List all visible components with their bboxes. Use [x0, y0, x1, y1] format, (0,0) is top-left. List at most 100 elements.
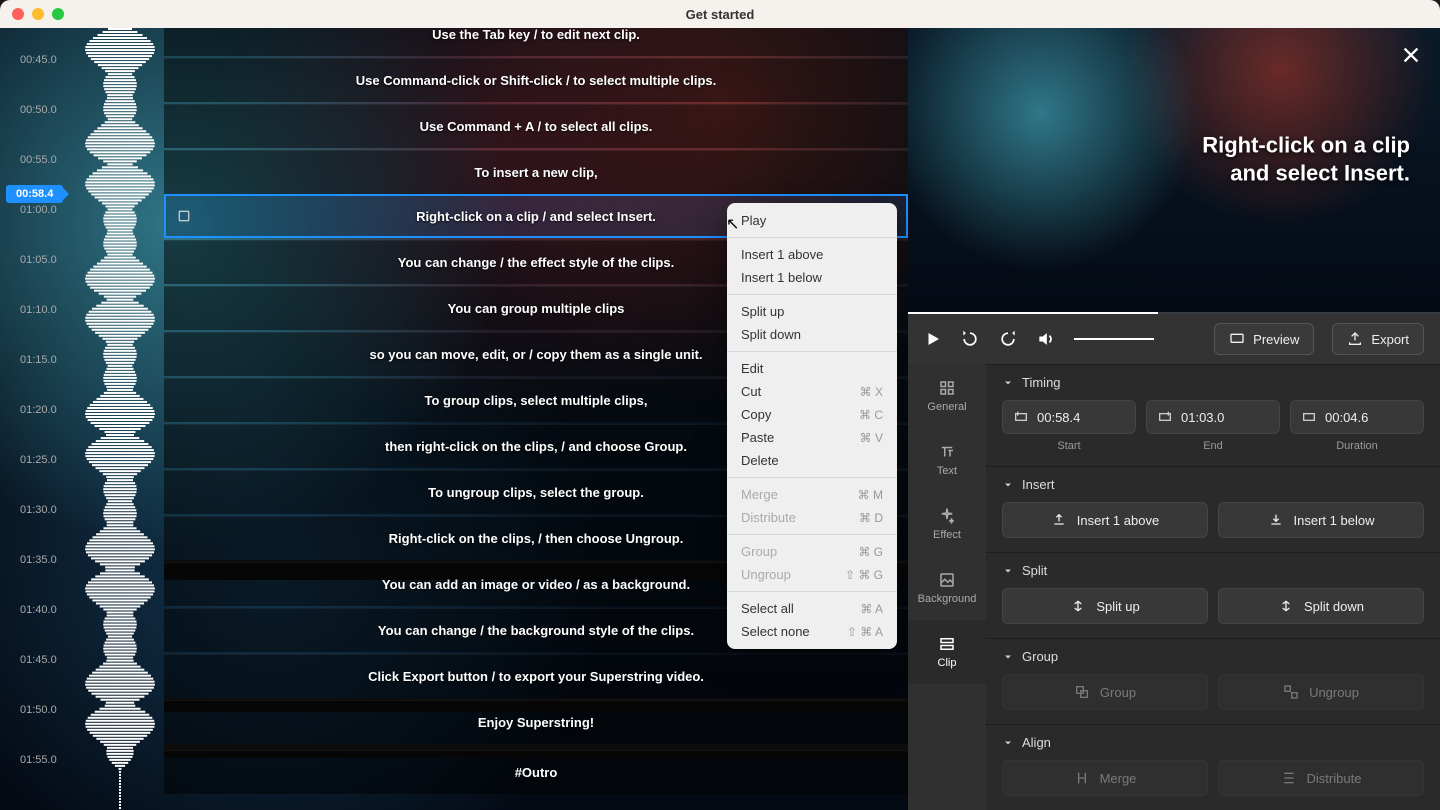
panel-group: Group Group Ungroup	[986, 638, 1440, 724]
group-button: Group	[1002, 674, 1208, 710]
panel-insert: Insert Insert 1 above Insert 1 below	[986, 466, 1440, 552]
ctx-select-none[interactable]: Select none⇧ ⌘ A	[727, 620, 897, 643]
end-time-input[interactable]: 01:03.0	[1146, 400, 1280, 434]
panel-align: Align Merge Distribute	[986, 724, 1440, 810]
ctx-cut[interactable]: Cut⌘ X	[727, 380, 897, 403]
time-tick: 01:35.0	[20, 554, 57, 566]
panel-timing: Timing 00:58.4 Start	[986, 364, 1440, 466]
ctx-play[interactable]: Play	[727, 209, 897, 232]
time-ruler: 00:45.0 00:50.0 00:55.0 01:00.0 01:05.0 …	[0, 28, 80, 810]
panel-header-group[interactable]: Group	[1002, 649, 1424, 664]
ctx-split-up[interactable]: Split up	[727, 300, 897, 323]
panel-header-align[interactable]: Align	[1002, 735, 1424, 750]
rewind-button[interactable]	[960, 329, 980, 349]
cursor-icon: ↖	[726, 214, 739, 234]
clip-text[interactable]: then right-click on the clips, / and cho…	[385, 439, 687, 454]
time-tick: 00:50.0	[20, 104, 57, 116]
tab-effect[interactable]: Effect	[908, 492, 986, 556]
clip-text[interactable]: To insert a new clip,	[474, 165, 597, 180]
forward-button[interactable]	[998, 329, 1018, 349]
ctx-delete[interactable]: Delete	[727, 449, 897, 472]
preview-pane: Right-click on a clip and select Insert.	[908, 28, 1440, 314]
clip-text[interactable]: Use Command-click or Shift-click / to se…	[356, 73, 716, 88]
progress-bar[interactable]	[908, 312, 1440, 314]
duration-label: Duration	[1336, 440, 1378, 452]
panel-header-insert[interactable]: Insert	[1002, 477, 1424, 492]
clip-text[interactable]: You can change / the background style of…	[378, 623, 694, 638]
time-tick: 01:25.0	[20, 454, 57, 466]
time-tick: 01:55.0	[20, 754, 57, 766]
ctx-group: Group⌘ G	[727, 540, 897, 563]
volume-icon[interactable]	[1036, 329, 1056, 349]
ctx-merge: Merge⌘ M	[727, 483, 897, 506]
clip-text[interactable]: #Outro	[515, 765, 558, 780]
clip-text[interactable]: Right-click on a clip / and select Inser…	[416, 209, 656, 224]
tab-clip[interactable]: Clip	[908, 620, 986, 684]
split-down-button[interactable]: Split down	[1218, 588, 1424, 624]
ctx-copy[interactable]: Copy⌘ C	[727, 403, 897, 426]
window-maximize[interactable]	[52, 8, 64, 20]
clip-text[interactable]: You can group multiple clips	[448, 301, 625, 316]
export-button[interactable]: Export	[1332, 323, 1424, 355]
crop-icon	[176, 208, 192, 224]
clip-text[interactable]: To group clips, select multiple clips,	[425, 393, 648, 408]
tab-general[interactable]: General	[908, 364, 986, 428]
time-tick: 01:05.0	[20, 254, 57, 266]
split-up-button[interactable]: Split up	[1002, 588, 1208, 624]
ctx-select-all[interactable]: Select all⌘ A	[727, 597, 897, 620]
timeline[interactable]: 00:45.0 00:50.0 00:55.0 01:00.0 01:05.0 …	[0, 28, 908, 810]
ctx-split-down[interactable]: Split down	[727, 323, 897, 346]
time-tick: 00:45.0	[20, 54, 57, 66]
tab-background[interactable]: Background	[908, 556, 986, 620]
context-menu: Play Insert 1 above Insert 1 below Split…	[727, 203, 897, 649]
clip-text[interactable]: so you can move, edit, or / copy them as…	[369, 347, 702, 362]
inspector-tabs: General Text Effect Background Clip	[908, 364, 986, 810]
play-button[interactable]	[924, 330, 942, 348]
waveform	[80, 28, 160, 810]
merge-button: Merge	[1002, 760, 1208, 796]
time-tick: 01:30.0	[20, 504, 57, 516]
clip-text[interactable]: You can change / the effect style of the…	[398, 255, 674, 270]
titlebar: Get started	[0, 0, 1440, 28]
clip-text[interactable]: To ungroup clips, select the group.	[428, 485, 644, 500]
ctx-edit[interactable]: Edit	[727, 357, 897, 380]
clip-text[interactable]: You can add an image or video / as a bac…	[382, 577, 690, 592]
time-tick: 01:00.0	[20, 204, 57, 216]
clip-text[interactable]: Right-click on the clips, / then choose …	[389, 531, 684, 546]
panel-split: Split Split up Split down	[986, 552, 1440, 638]
time-tick: 01:40.0	[20, 604, 57, 616]
insert-below-button[interactable]: Insert 1 below	[1218, 502, 1424, 538]
start-time-input[interactable]: 00:58.4	[1002, 400, 1136, 434]
time-tick: 01:15.0	[20, 354, 57, 366]
window-minimize[interactable]	[32, 8, 44, 20]
ctx-paste[interactable]: Paste⌘ V	[727, 426, 897, 449]
start-label: Start	[1057, 440, 1080, 452]
ctx-distribute: Distribute⌘ D	[727, 506, 897, 529]
ctx-ungroup: Ungroup⇧ ⌘ G	[727, 563, 897, 586]
clip-text[interactable]: Enjoy Superstring!	[478, 715, 594, 730]
time-tick: 01:45.0	[20, 654, 57, 666]
close-icon[interactable]	[1400, 44, 1422, 66]
duration-input[interactable]: 00:04.6	[1290, 400, 1424, 434]
time-tick: 01:20.0	[20, 404, 57, 416]
preview-button[interactable]: Preview	[1214, 323, 1314, 355]
distribute-button: Distribute	[1218, 760, 1424, 796]
ctx-insert-below[interactable]: Insert 1 below	[727, 266, 897, 289]
ungroup-button: Ungroup	[1218, 674, 1424, 710]
playhead[interactable]: 00:58.4	[6, 185, 63, 203]
end-label: End	[1203, 440, 1223, 452]
tab-text[interactable]: Text	[908, 428, 986, 492]
window-close[interactable]	[12, 8, 24, 20]
volume-slider[interactable]	[1074, 338, 1154, 340]
panel-header-split[interactable]: Split	[1002, 563, 1424, 578]
time-tick: 01:10.0	[20, 304, 57, 316]
clip-text[interactable]: Use the Tab key / to edit next clip.	[432, 28, 640, 42]
insert-above-button[interactable]: Insert 1 above	[1002, 502, 1208, 538]
preview-overlay-text: Right-click on a clip and select Insert.	[1202, 131, 1410, 188]
clip-text[interactable]: Click Export button / to export your Sup…	[368, 669, 704, 684]
time-tick: 00:55.0	[20, 154, 57, 166]
time-tick: 01:50.0	[20, 704, 57, 716]
panel-header-timing[interactable]: Timing	[1002, 375, 1424, 390]
ctx-insert-above[interactable]: Insert 1 above	[727, 243, 897, 266]
clip-text[interactable]: Use Command + A / to select all clips.	[420, 119, 653, 134]
